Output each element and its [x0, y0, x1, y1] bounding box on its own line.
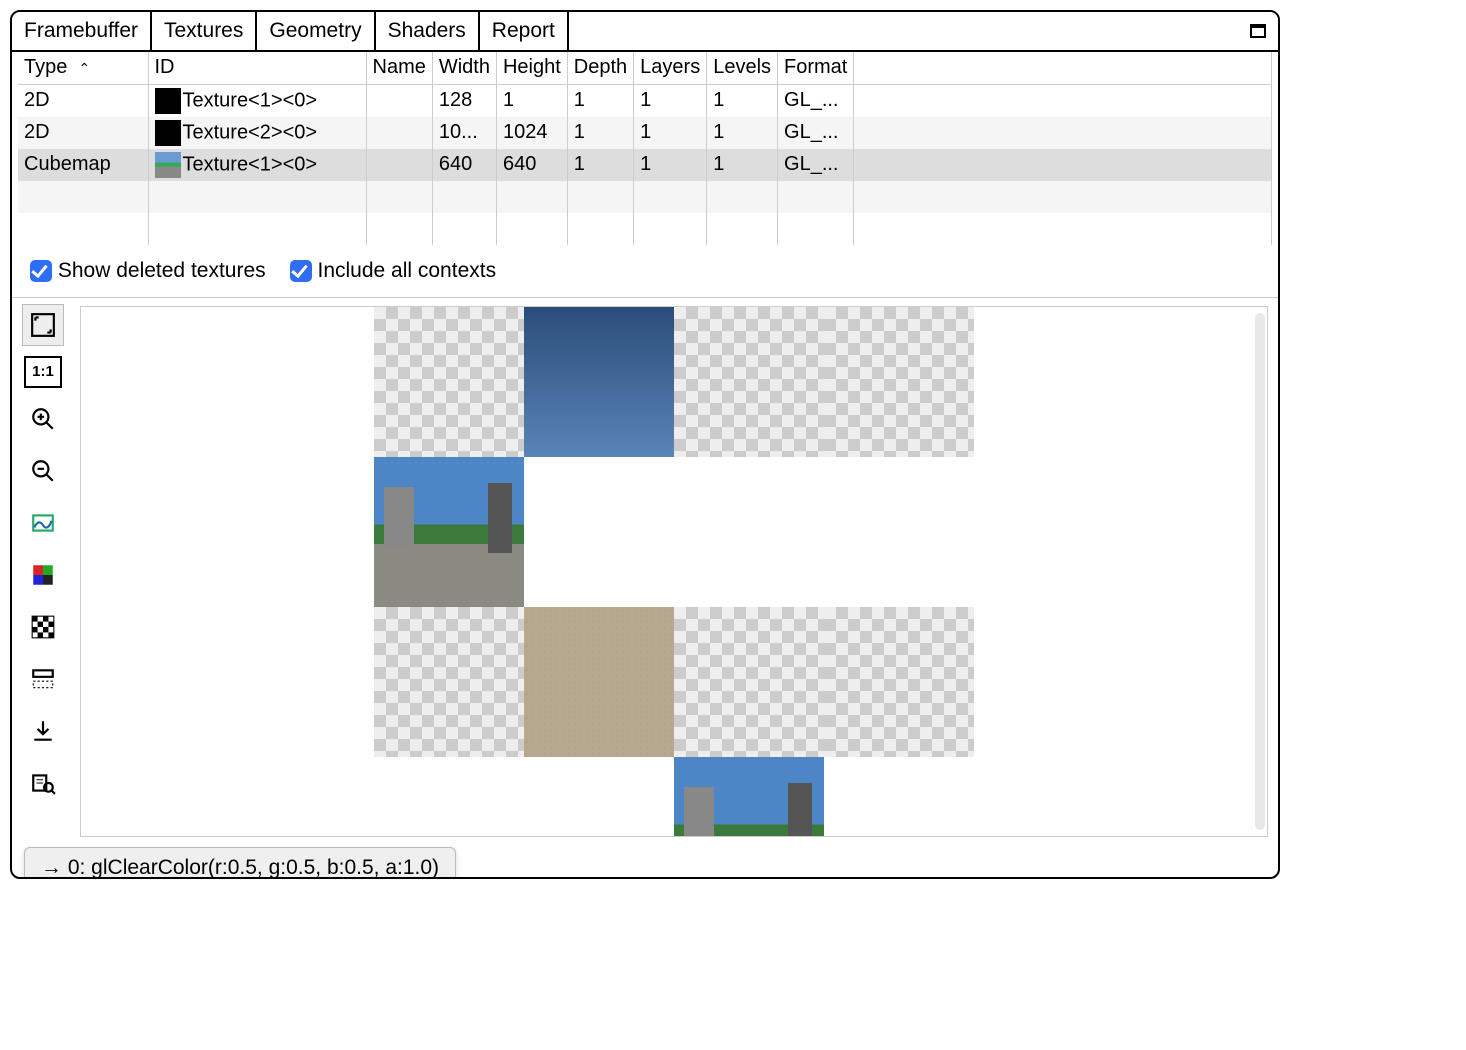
cubemap-face-empty — [374, 307, 524, 457]
col-width[interactable]: Width — [432, 52, 496, 84]
texture-thumb-icon — [155, 120, 181, 146]
fit-to-window-button[interactable] — [22, 304, 64, 346]
fit-icon — [30, 312, 56, 338]
zoom-out-icon — [30, 458, 56, 484]
status-tooltip: → 0: glClearColor(r:0.5, g:0.5, b:0.5, a… — [24, 847, 456, 879]
table-row[interactable]: 2D Texture<2><0> 10...1024 111GL_... — [18, 117, 1272, 149]
checkbox-checked-icon — [30, 260, 52, 282]
viewer-toolbar: 1:1 — [12, 298, 74, 837]
tab-geometry[interactable]: Geometry — [257, 12, 375, 50]
download-icon — [30, 718, 56, 744]
zoom-out-button[interactable] — [22, 450, 64, 492]
table-row — [18, 181, 1272, 213]
col-layers[interactable]: Layers — [634, 52, 707, 84]
texture-canvas[interactable] — [80, 306, 1268, 837]
col-id[interactable]: ID — [148, 52, 366, 84]
flip-icon — [30, 666, 56, 692]
histogram-button[interactable] — [22, 502, 64, 544]
col-depth[interactable]: Depth — [567, 52, 633, 84]
color-channels-button[interactable] — [22, 554, 64, 596]
cubemap-face-empty — [824, 307, 974, 457]
flip-button[interactable] — [22, 658, 64, 700]
include-all-contexts-checkbox[interactable]: Include all contexts — [290, 259, 496, 283]
table-row[interactable]: 2D Texture<1><0> 1281 111GL_... — [18, 84, 1272, 117]
tab-report[interactable]: Report — [480, 12, 569, 50]
table-row[interactable]: Cubemap Texture<1><0> 640640 111GL_... — [18, 149, 1272, 181]
texture-thumb-icon — [155, 88, 181, 114]
cubemap-face-empty — [374, 607, 524, 757]
cubemap-face-empty — [674, 607, 824, 757]
tab-framebuffer[interactable]: Framebuffer — [12, 12, 152, 50]
cubemap-unwrap — [374, 307, 974, 757]
tabbar: Framebuffer Textures Geometry Shaders Re… — [12, 12, 1278, 52]
background-button[interactable] — [22, 606, 64, 648]
inspect-icon — [30, 770, 56, 796]
cubemap-face-empty — [824, 607, 974, 757]
texture-thumb-icon — [155, 152, 181, 178]
cubemap-face-posx — [674, 757, 824, 837]
sort-asc-icon: ⌃ — [78, 60, 90, 76]
col-height[interactable]: Height — [496, 52, 567, 84]
maximize-icon — [1250, 24, 1266, 38]
tab-textures[interactable]: Textures — [152, 12, 257, 50]
show-deleted-checkbox[interactable]: Show deleted textures — [30, 259, 266, 283]
col-levels[interactable]: Levels — [707, 52, 778, 84]
cubemap-face-negx — [374, 457, 524, 607]
checker-icon — [30, 614, 56, 640]
col-type[interactable]: Type ⌃ — [18, 52, 148, 84]
maximize-button[interactable] — [1238, 12, 1278, 50]
checkbox-checked-icon — [290, 260, 312, 282]
actual-size-button[interactable]: 1:1 — [24, 356, 62, 388]
zoom-in-icon — [30, 406, 56, 432]
rgb-icon — [30, 562, 56, 588]
cubemap-face-empty — [674, 307, 824, 457]
col-format[interactable]: Format — [778, 52, 854, 84]
table-header[interactable]: Type ⌃ ID Name Width Height Depth Layers… — [18, 52, 1272, 84]
histogram-icon — [30, 510, 56, 536]
save-button[interactable] — [22, 710, 64, 752]
texture-table: Type ⌃ ID Name Width Height Depth Layers… — [18, 52, 1272, 245]
texture-viewer: 1:1 — [12, 297, 1278, 837]
tab-shaders[interactable]: Shaders — [376, 12, 480, 50]
zoom-in-button[interactable] — [22, 398, 64, 440]
scrollbar[interactable] — [1255, 313, 1265, 830]
cubemap-face-negy — [524, 607, 674, 757]
table-row — [18, 213, 1272, 245]
cubemap-face-posy — [524, 307, 674, 457]
col-name[interactable]: Name — [366, 52, 432, 84]
inspect-button[interactable] — [22, 762, 64, 804]
textures-panel: Framebuffer Textures Geometry Shaders Re… — [10, 10, 1280, 879]
checkbox-row: Show deleted textures Include all contex… — [12, 245, 1278, 297]
one-to-one-icon: 1:1 — [32, 363, 54, 380]
